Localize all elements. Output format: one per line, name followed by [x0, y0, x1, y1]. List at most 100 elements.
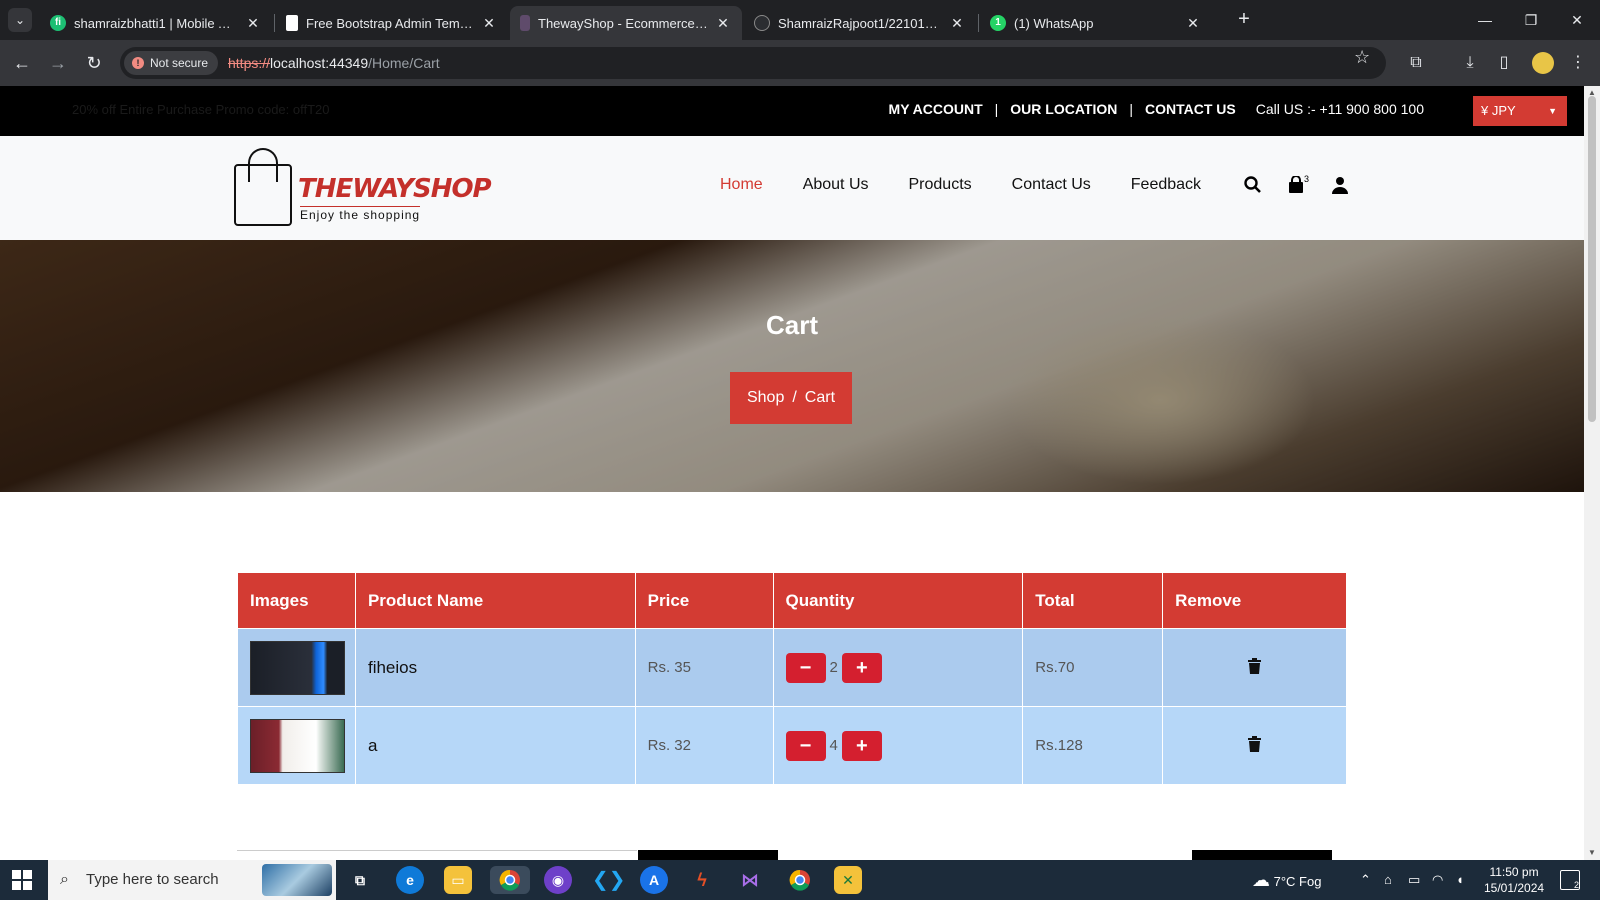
tab-github[interactable]: ShamraizRajpoot1/22101002-0 ✕: [744, 6, 976, 40]
url-scheme: https://: [228, 55, 271, 71]
close-tab-icon[interactable]: ✕: [480, 15, 498, 32]
close-tab-icon[interactable]: ✕: [714, 15, 732, 32]
taskbar-search[interactable]: ⌕ Type here to search: [48, 860, 336, 900]
meet-now-icon[interactable]: ⌂: [1384, 860, 1392, 900]
trash-icon[interactable]: [1248, 657, 1262, 678]
tab-title: ThewayShop - Ecommerce Boo: [538, 15, 708, 31]
tab-whatsapp[interactable]: 1 (1) WhatsApp ✕: [980, 6, 1212, 40]
forward-icon[interactable]: →: [46, 51, 70, 75]
nav-contact-us[interactable]: Contact Us: [1012, 176, 1091, 194]
increase-quantity-button[interactable]: +: [841, 652, 882, 683]
file-explorer-icon[interactable]: ▭: [444, 866, 472, 894]
new-tab-button[interactable]: +: [1232, 8, 1256, 32]
quantity-value: 4: [829, 737, 838, 754]
shopping-bag-icon[interactable]: [1288, 175, 1304, 199]
main-nav: Home About Us Products Contact Us Feedba…: [720, 176, 1241, 194]
visual-studio-icon[interactable]: ⋈: [736, 866, 764, 894]
minimize-button[interactable]: —: [1462, 0, 1508, 40]
notification-count: 2: [1573, 880, 1579, 890]
nav-products[interactable]: Products: [909, 176, 972, 194]
product-name: a: [354, 706, 636, 785]
edge-icon[interactable]: e: [396, 866, 424, 894]
whatsapp-icon: 1: [990, 15, 1006, 31]
vscode-icon[interactable]: ❮❯: [592, 866, 626, 894]
side-panel-icon[interactable]: ▯: [1494, 53, 1514, 73]
battery-icon[interactable]: ▭: [1408, 860, 1420, 900]
weather-text: 7°C Fog: [1273, 874, 1322, 889]
page-banner: Cart Shop / Cart: [0, 240, 1584, 492]
product-image[interactable]: [250, 640, 345, 695]
security-label: Not secure: [150, 56, 209, 70]
breadcrumb-shop[interactable]: Shop: [747, 389, 784, 406]
search-icon[interactable]: [1244, 176, 1262, 199]
quantity-stepper: − 2 +: [785, 652, 1023, 683]
bookmark-star-icon[interactable]: ☆: [1354, 47, 1370, 68]
user-icon[interactable]: [1332, 176, 1348, 199]
nav-about-us[interactable]: About Us: [803, 176, 869, 194]
tab-thewayshop[interactable]: ThewayShop - Ecommerce Boo ✕: [510, 6, 742, 40]
tab-title: ShamraizRajpoot1/22101002-0: [778, 15, 942, 31]
app-store-icon[interactable]: A: [640, 866, 668, 894]
close-tab-icon[interactable]: ✕: [1184, 15, 1202, 32]
page-scrollbar[interactable]: ▲ ▼: [1584, 86, 1600, 860]
url-text[interactable]: https://localhost:44349/Home/Cart: [228, 47, 440, 79]
menu-kebab-icon[interactable]: ⋮: [1568, 53, 1588, 73]
close-tab-icon[interactable]: ✕: [244, 15, 262, 32]
weather-widget[interactable]: ☁ 7°C Fog: [1252, 860, 1321, 900]
security-chip[interactable]: ! Not secure: [124, 51, 219, 75]
tab-bootstrap-admin[interactable]: Free Bootstrap Admin Template ✕: [276, 6, 508, 40]
search-icon: ⌕: [60, 871, 69, 888]
task-view-icon[interactable]: ⧉: [346, 866, 374, 894]
product-image[interactable]: [250, 718, 345, 773]
contact-us-link[interactable]: CONTACT US: [1145, 101, 1236, 117]
trash-icon[interactable]: [1248, 735, 1262, 756]
address-bar[interactable]: ! Not secure https://localhost:44349/Hom…: [120, 47, 1386, 79]
decrease-quantity-button[interactable]: −: [785, 652, 826, 683]
col-quantity: Quantity: [772, 572, 1024, 629]
col-remove: Remove: [1162, 572, 1347, 629]
cart-count-badge: 3: [1304, 174, 1310, 184]
tab-title: (1) WhatsApp: [1014, 15, 1094, 31]
download-icon[interactable]: ⤓: [1460, 53, 1480, 73]
wifi-icon[interactable]: ◠: [1432, 860, 1443, 900]
git-icon[interactable]: ϟ: [688, 866, 716, 894]
reload-icon[interactable]: ↻: [82, 51, 106, 75]
show-hidden-icons-icon[interactable]: ⌃: [1360, 860, 1371, 900]
system-clock[interactable]: 11:50 pm 15/01/2024: [1484, 864, 1544, 896]
chrome-profile-icon[interactable]: [786, 866, 814, 894]
tab-title: Free Bootstrap Admin Template: [306, 15, 474, 31]
my-account-link[interactable]: MY ACCOUNT: [889, 101, 983, 117]
scrollbar-thumb[interactable]: [1588, 96, 1596, 422]
notification-icon[interactable]: 2: [1560, 870, 1580, 890]
quantity-stepper: − 4 +: [785, 730, 1023, 761]
promo-text: 20% off Entire Purchase Promo code: offT…: [72, 102, 330, 117]
volume-icon[interactable]: ◖: [1456, 860, 1464, 900]
decrease-quantity-button[interactable]: −: [785, 730, 826, 761]
page-title: Cart: [765, 310, 818, 340]
close-window-button[interactable]: ✕: [1554, 0, 1600, 40]
nav-home[interactable]: Home: [720, 176, 763, 194]
caret-down-icon: ▼: [1548, 106, 1557, 116]
close-tab-icon[interactable]: ✕: [948, 15, 966, 32]
document-icon: [286, 15, 298, 31]
github-desktop-icon[interactable]: ◉: [544, 866, 572, 894]
increase-quantity-button[interactable]: +: [841, 730, 882, 761]
site-logo[interactable]: THEWAYSHOP Enjoy the shopping: [234, 148, 492, 232]
chrome-icon[interactable]: [490, 866, 530, 894]
nav-feedback[interactable]: Feedback: [1131, 176, 1201, 194]
tab-search-button[interactable]: ⌄: [8, 8, 32, 32]
app-icon[interactable]: ✕: [834, 866, 862, 894]
restore-button[interactable]: ❐: [1508, 0, 1554, 40]
quantity-value: 2: [829, 659, 838, 676]
tab-fiverr[interactable]: fi shamraizbhatti1 | Mobile App M ✕: [40, 6, 272, 40]
call-us-text: Call US :- +11 900 800 100: [1255, 101, 1424, 117]
scroll-down-icon[interactable]: ▼: [1588, 848, 1596, 857]
our-location-link[interactable]: OUR LOCATION: [1010, 101, 1117, 117]
profile-avatar[interactable]: [1532, 52, 1554, 74]
windows-start-icon[interactable]: [12, 870, 32, 890]
currency-select[interactable]: ¥ JPY ▼: [1473, 96, 1567, 126]
extensions-icon[interactable]: ⧉: [1406, 53, 1426, 73]
back-icon[interactable]: ←: [10, 51, 34, 75]
top-bar: 20% off Entire Purchase Promo code: offT…: [0, 86, 1584, 136]
brand-tagline: Enjoy the shopping: [300, 206, 421, 222]
